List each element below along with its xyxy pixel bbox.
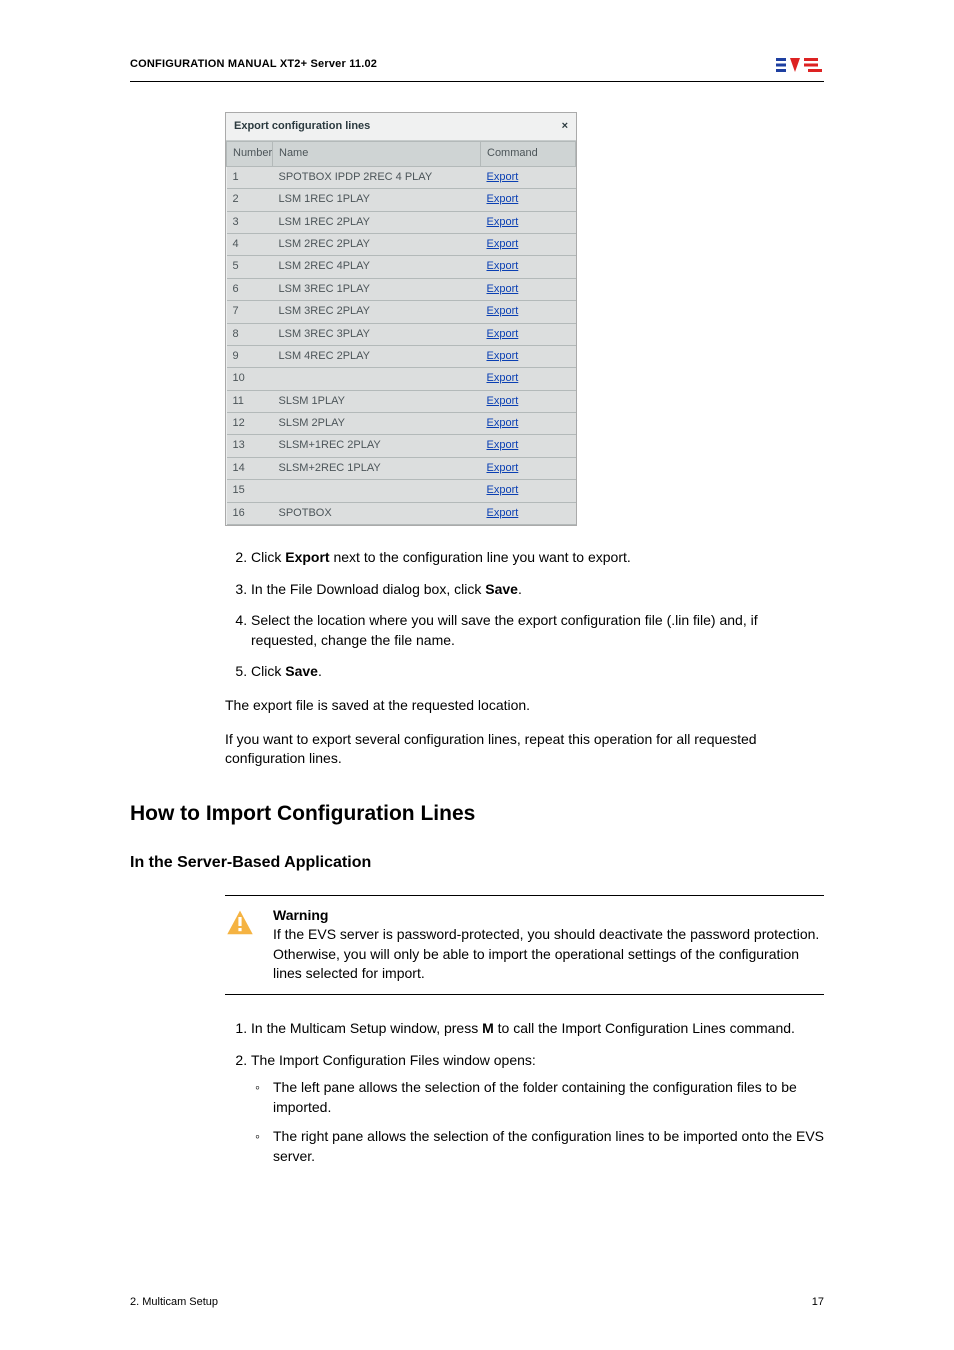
evs-logo — [776, 55, 824, 75]
table-row: 3LSM 1REC 2PLAYExport — [227, 211, 576, 233]
warning-text: Warning If the EVS server is password-pr… — [273, 906, 824, 984]
config-lines-table: Number Name Command 1SPOTBOX IPDP 2REC 4… — [226, 141, 576, 525]
table-row: 4LSM 2REC 2PLAYExport — [227, 233, 576, 255]
export-link[interactable]: Export — [487, 484, 519, 496]
page-header: CONFIGURATION MANUAL XT2+ Server 11.02 — [130, 55, 824, 82]
footer-section: 2. Multicam Setup — [130, 1295, 218, 1310]
export-link[interactable]: Export — [487, 238, 519, 250]
table-row: 12SLSM 2PLAYExport — [227, 413, 576, 435]
export-link[interactable]: Export — [487, 193, 519, 205]
export-config-dialog: Export configuration lines × Number Name… — [225, 112, 577, 526]
table-row: 15Export — [227, 480, 576, 502]
table-row: 1SPOTBOX IPDP 2REC 4 PLAYExport — [227, 166, 576, 188]
export-link[interactable]: Export — [487, 350, 519, 362]
import-subheading: In the Server-Based Application — [130, 852, 824, 874]
dialog-titlebar: Export configuration lines × — [226, 113, 576, 141]
import-heading: How to Import Configuration Lines — [130, 799, 824, 828]
export-link[interactable]: Export — [487, 395, 519, 407]
import-step-2: The Import Configuration Files window op… — [251, 1051, 824, 1167]
export-result-text: The export file is saved at the requeste… — [225, 696, 824, 716]
table-row: 8LSM 3REC 3PLAYExport — [227, 323, 576, 345]
warning-label: Warning — [273, 907, 328, 923]
config-rows: 1SPOTBOX IPDP 2REC 4 PLAYExport 2LSM 1RE… — [227, 166, 576, 524]
warning-box: Warning If the EVS server is password-pr… — [225, 895, 824, 995]
import-steps: In the Multicam Setup window, press M to… — [225, 1019, 824, 1167]
table-row: 9LSM 4REC 2PLAYExport — [227, 345, 576, 367]
import-step-1: In the Multicam Setup window, press M to… — [251, 1019, 824, 1039]
step-3: In the File Download dialog box, click S… — [251, 580, 824, 600]
export-link[interactable]: Export — [487, 171, 519, 183]
page-footer: 2. Multicam Setup 17 — [130, 1295, 824, 1310]
export-link[interactable]: Export — [487, 417, 519, 429]
export-link[interactable]: Export — [487, 305, 519, 317]
table-row: 11SLSM 1PLAYExport — [227, 390, 576, 412]
close-icon[interactable]: × — [562, 119, 568, 134]
export-link[interactable]: Export — [487, 216, 519, 228]
table-row: 5LSM 2REC 4PLAYExport — [227, 256, 576, 278]
export-link[interactable]: Export — [487, 507, 519, 519]
col-name: Name — [273, 142, 481, 166]
header-title: CONFIGURATION MANUAL XT2+ Server 11.02 — [130, 57, 377, 72]
col-number: Number — [227, 142, 273, 166]
export-link[interactable]: Export — [487, 328, 519, 340]
table-row: 10Export — [227, 368, 576, 390]
export-link[interactable]: Export — [487, 283, 519, 295]
table-row: 14SLSM+2REC 1PLAYExport — [227, 457, 576, 479]
step-2: Click Export next to the configuration l… — [251, 548, 824, 568]
import-bullet-left-pane: The left pane allows the selection of th… — [273, 1078, 824, 1117]
export-steps: Click Export next to the configuration l… — [225, 548, 824, 682]
export-link[interactable]: Export — [487, 462, 519, 474]
footer-page-number: 17 — [812, 1295, 824, 1310]
warning-body: If the EVS server is password-protected,… — [273, 926, 819, 981]
table-row: 6LSM 3REC 1PLAYExport — [227, 278, 576, 300]
import-bullet-right-pane: The right pane allows the selection of t… — [273, 1127, 824, 1166]
table-row: 16SPOTBOXExport — [227, 502, 576, 524]
export-link[interactable]: Export — [487, 439, 519, 451]
table-row: 7LSM 3REC 2PLAYExport — [227, 301, 576, 323]
evs-logo-icon — [776, 55, 824, 75]
export-link[interactable]: Export — [487, 260, 519, 272]
dialog-title: Export configuration lines — [234, 119, 370, 134]
export-repeat-text: If you want to export several configurat… — [225, 730, 824, 769]
step-4: Select the location where you will save … — [251, 611, 824, 650]
export-link[interactable]: Export — [487, 372, 519, 384]
table-row: 13SLSM+1REC 2PLAYExport — [227, 435, 576, 457]
warning-icon — [225, 906, 259, 984]
col-command: Command — [481, 142, 576, 166]
table-row: 2LSM 1REC 1PLAYExport — [227, 189, 576, 211]
step-5: Click Save. — [251, 662, 824, 682]
